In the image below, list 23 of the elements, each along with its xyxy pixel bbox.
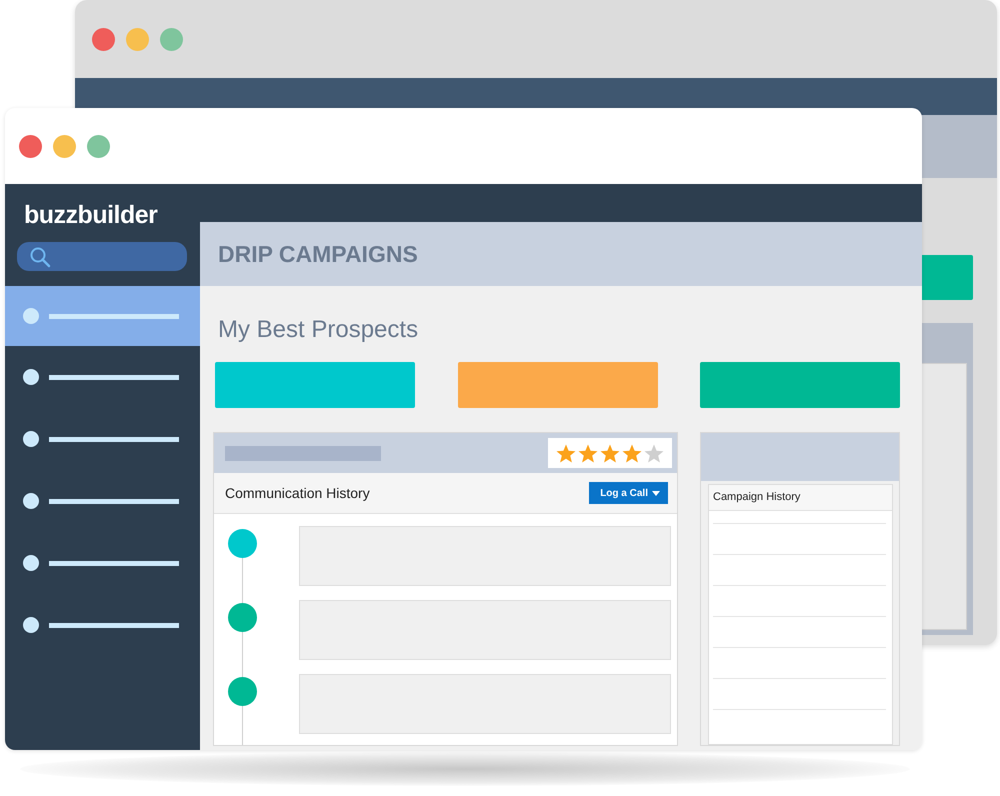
star-icon (622, 444, 642, 462)
window-control[interactable] (19, 134, 42, 158)
logo: buzzbuilder (23, 200, 158, 229)
section-title: Communication History (225, 485, 370, 501)
star-icon (600, 444, 620, 462)
caret-icon (652, 490, 660, 496)
search-icon (29, 246, 51, 268)
section-title: Campaign History (709, 485, 892, 511)
star-icon (556, 444, 576, 462)
window-control[interactable] (160, 28, 183, 50)
color-tile[interactable] (215, 362, 415, 408)
star-icon (578, 444, 598, 462)
list-title: My Best Prospects (218, 315, 420, 345)
star-rating[interactable] (556, 444, 664, 462)
log-call-button[interactable]: Log a Call (589, 482, 668, 504)
page-title: DRIP CAMPAIGNS (218, 240, 418, 268)
window-control[interactable] (87, 134, 110, 158)
window-control[interactable] (92, 28, 115, 50)
search-field[interactable] (17, 242, 187, 271)
window-control[interactable] (53, 134, 76, 158)
color-tile[interactable] (700, 362, 900, 408)
color-tile[interactable] (458, 362, 658, 408)
star-icon (644, 444, 664, 462)
